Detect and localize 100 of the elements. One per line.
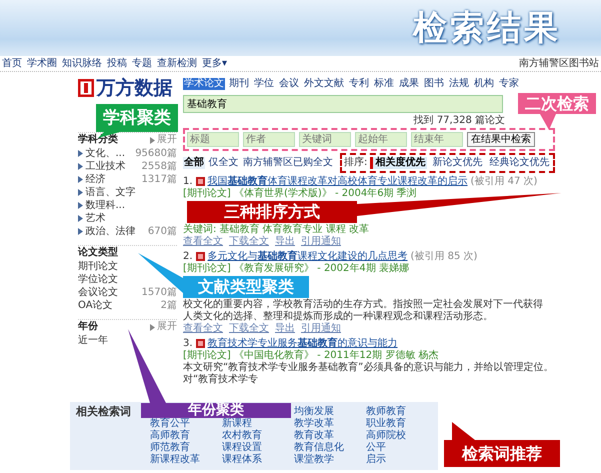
search-tab[interactable]: 图书 xyxy=(423,78,445,90)
facet-link[interactable]: OA论文 xyxy=(78,300,113,312)
facet-link[interactable]: 学位论文 xyxy=(78,274,118,286)
related-term[interactable]: 高师教育 xyxy=(150,430,216,442)
logo-icon xyxy=(78,79,94,97)
scope-tab[interactable]: 南方辅警区已购全文 xyxy=(242,157,334,169)
search-tab[interactable]: 法规 xyxy=(448,78,470,90)
refine-field[interactable]: 起始年 xyxy=(355,132,407,147)
related-term[interactable]: 均衡发展 xyxy=(294,406,360,418)
result-snippet: 本文研究“教育技术学专业服务基础教育”必须具备的意识与能力，并给以管理定位。对“教育技术学专 xyxy=(183,362,554,386)
related-term[interactable]: 教师教育 xyxy=(366,406,432,418)
result-meta: [期刊论文] 《教育发展研究》 - 2002年4期 裴娣娜 xyxy=(183,263,410,275)
result-action[interactable]: 导出 xyxy=(275,236,295,248)
related-term[interactable]: 课程体系 xyxy=(222,454,288,466)
related-term[interactable]: 新课程 xyxy=(222,418,288,430)
facet-link[interactable]: 期刊论文 xyxy=(78,260,118,272)
search-tab[interactable]: 期刊 xyxy=(228,78,250,90)
account-link[interactable]: 南方辅警区图书站 xyxy=(519,58,599,70)
facet-link[interactable]: 会议论文 xyxy=(78,286,118,298)
search-tab[interactable]: 专家 xyxy=(498,78,520,90)
refine-field[interactable]: 标题 xyxy=(187,132,239,147)
related-term[interactable]: 启示 xyxy=(366,454,432,466)
result-action[interactable]: 查看全文 xyxy=(183,323,223,335)
related-term[interactable]: 高师院校 xyxy=(366,430,432,442)
facet-link[interactable]: 经济 xyxy=(86,174,106,186)
refine-field[interactable]: 结束年 xyxy=(411,132,463,147)
nav-link[interactable]: 投稿 xyxy=(107,58,127,68)
facet-link[interactable]: 数理科... xyxy=(86,200,126,212)
related-term[interactable]: 师范教育 xyxy=(150,442,216,454)
search-tab[interactable]: 学位 xyxy=(253,78,275,90)
nav-link[interactable]: 首页 xyxy=(2,58,22,68)
nav-link[interactable]: 学术圈 xyxy=(27,58,57,68)
result-action[interactable]: 引用通知 xyxy=(301,236,341,248)
facet-count: 2558篇 xyxy=(142,160,177,172)
sort-option[interactable]: 新论文优先 xyxy=(430,157,484,169)
search-tab[interactable]: 成果 xyxy=(398,78,420,90)
related-title: 相关检索词 xyxy=(76,406,132,420)
expand-icon xyxy=(150,136,154,144)
related-term[interactable]: 教育信息化 xyxy=(294,442,360,454)
result-action[interactable]: 下载全文 xyxy=(229,323,269,335)
sort-option[interactable]: 相关度优先 xyxy=(370,157,428,169)
facet-link[interactable]: 语言、文字 xyxy=(86,186,136,198)
sort-option[interactable]: 经典论文优先 xyxy=(487,157,552,169)
facet-link[interactable]: 工业技术 xyxy=(86,160,126,172)
related-term[interactable]: 教育公平 xyxy=(150,418,216,430)
result-title[interactable]: 我国基础教育体育课程改革对高校体育专业课程改革的启示 xyxy=(208,176,468,188)
search-tab[interactable]: 学术论文 xyxy=(183,78,225,90)
result-count: 找到 77,328 篇论文 xyxy=(412,115,506,128)
search-field[interactable]: 基础教育 xyxy=(183,95,503,113)
nav-link[interactable]: 更多▾ xyxy=(202,58,228,68)
result-action[interactable]: 下载全文 xyxy=(229,236,269,248)
related-term[interactable]: 教学改革 xyxy=(294,418,360,430)
search-tab[interactable]: 会议 xyxy=(278,78,300,90)
result-action[interactable]: 查看全文 xyxy=(183,236,223,248)
scope-tab[interactable]: 仅全文 xyxy=(208,157,240,169)
related-term[interactable]: 教育改革 xyxy=(294,430,360,442)
related-term[interactable]: 课堂教学 xyxy=(294,454,360,466)
related-term[interactable]: 公平 xyxy=(366,442,432,454)
result-meta: [期刊论文] 《中国电化教育》 - 2011年12期 罗德敏 杨杰 xyxy=(183,350,440,362)
nav-link[interactable]: 知识脉络 xyxy=(62,58,102,68)
citation-count: (被引用 85 次) xyxy=(410,250,478,262)
banner-title: 检索结果 xyxy=(413,8,561,48)
facet-count: 2篇 xyxy=(160,300,177,312)
search-tab[interactable]: 专利 xyxy=(348,78,370,90)
result-snippet: 校文化的重要内容，学校教育活动的生存方式。指按照一定社会发展对下一代获得 xyxy=(183,299,544,310)
expand-icon xyxy=(150,324,154,330)
facet-count: 95680篇 xyxy=(135,148,177,160)
refine-button[interactable]: 在结果中检索 xyxy=(467,132,535,147)
result-number: 3. xyxy=(183,338,193,350)
nav-link[interactable]: 专题 xyxy=(132,58,152,68)
result-action[interactable]: 引用通知 xyxy=(301,323,341,335)
document-icon xyxy=(196,339,205,348)
result-keywords: 关键词: 基础教育 体育教育专业 课程 改革 xyxy=(183,224,370,236)
related-term[interactable]: 农村教育 xyxy=(222,430,288,442)
facet-link[interactable]: 近一年 xyxy=(78,334,108,346)
refine-field[interactable]: 关键词 xyxy=(299,132,351,147)
search-tab[interactable]: 标准 xyxy=(373,78,395,90)
related-term[interactable]: 职业教育 xyxy=(366,418,432,430)
expand-link[interactable]: 展开 xyxy=(157,321,177,333)
document-icon xyxy=(196,252,205,261)
section-title: 年份 xyxy=(78,321,98,333)
result-action[interactable]: 导出 xyxy=(275,323,295,335)
related-term[interactable]: 新课程改革 xyxy=(150,454,216,466)
scope-tab[interactable]: 全部 xyxy=(183,157,205,169)
search-tab[interactable]: 机构 xyxy=(473,78,495,90)
facet-count: 1317篇 xyxy=(142,174,177,186)
facet-link[interactable]: 文化、... xyxy=(86,148,126,160)
facet-link[interactable]: 艺术 xyxy=(86,212,106,224)
refine-field[interactable]: 作者 xyxy=(243,132,295,147)
result-title[interactable]: 教育技术学专业服务基础教育的意识与能力 xyxy=(208,338,398,350)
citation-count: (被引用 47 次) xyxy=(470,176,538,188)
nav-link[interactable]: 查新检测 xyxy=(157,58,197,68)
result-title[interactable]: 多元文化与基础教育课程文化建设的几点思考 xyxy=(208,250,408,262)
sort-label: 排序: xyxy=(344,157,368,169)
related-term[interactable]: 课程设置 xyxy=(222,442,288,454)
search-tab[interactable]: 外文文献 xyxy=(303,78,345,90)
callout: 二次检索 xyxy=(518,93,596,130)
logo-text: 万方数据 xyxy=(96,76,172,100)
result-number: 1. xyxy=(183,176,193,188)
facet-link[interactable]: 政治、法律 xyxy=(86,226,136,238)
